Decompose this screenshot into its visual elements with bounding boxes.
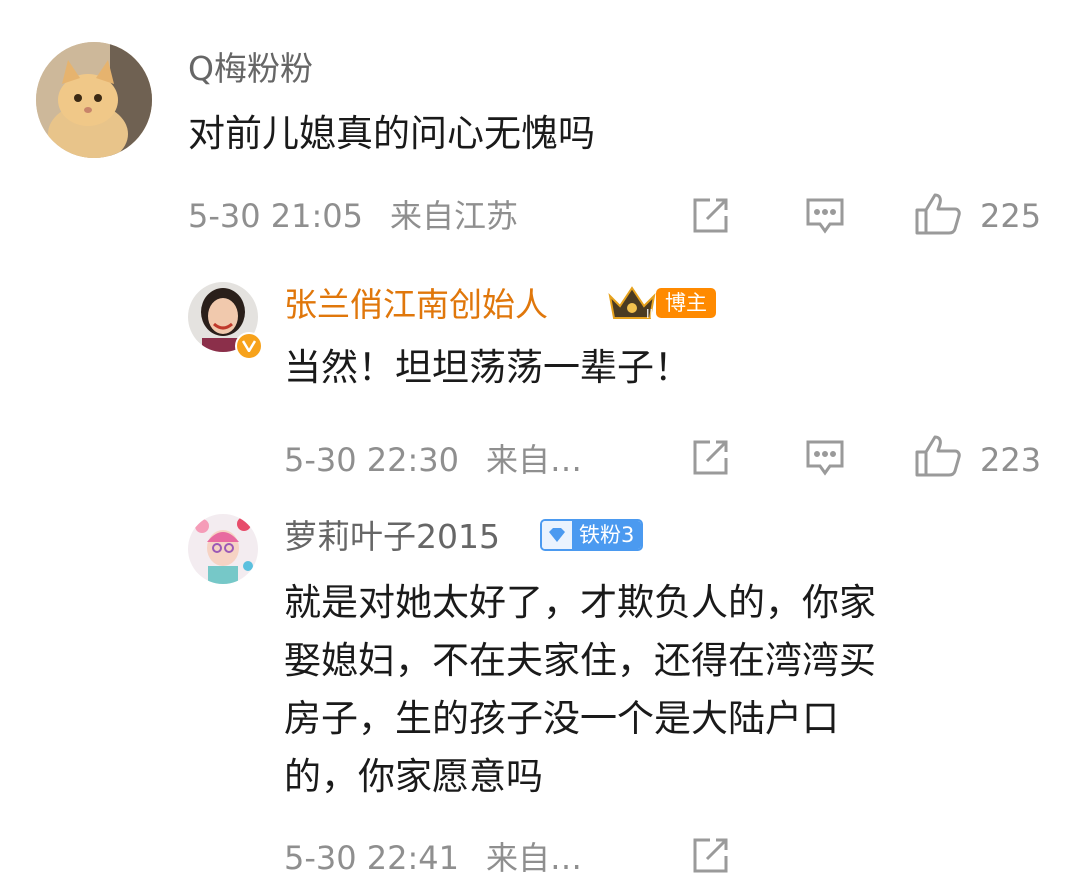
user-avatar[interactable]: [36, 42, 152, 158]
diamond-icon: [542, 521, 572, 549]
comment-author[interactable]: Q梅粉粉: [188, 52, 313, 85]
fan-badge-label: 铁粉3: [572, 521, 642, 549]
reply-item: 萝莉叶子2015 铁粉3 就是对她太好了，才欺负人的，你家 娶媳妇，不在夫家住，…: [0, 500, 1080, 894]
like-icon[interactable]: [914, 434, 962, 478]
verified-v-icon: [235, 332, 263, 360]
comment-location: 来自江苏: [390, 197, 519, 235]
like-count: 225: [980, 197, 1042, 235]
comment-location: 来自…: [486, 839, 583, 877]
comment-icon[interactable]: [804, 438, 846, 478]
user-avatar[interactable]: [188, 514, 258, 584]
comment-location: 来自…: [486, 441, 583, 479]
crown-icon: II: [606, 284, 658, 322]
cat-avatar-icon: [36, 42, 152, 158]
comment-text-line: 的，你家愿意吗: [284, 755, 543, 798]
comment-text-line: 房子，生的孩子没一个是大陆户口: [284, 697, 839, 740]
reply-item: 张兰俏江南创始人 II 博主 当然！坦坦荡荡一辈子！ 5-30 22:30 来自…: [0, 270, 1080, 500]
blogger-badge: 博主: [656, 288, 716, 318]
comment-text: 当然！坦坦荡荡一辈子！: [284, 346, 691, 389]
like-count: 223: [980, 441, 1042, 479]
comment-text-line: 娶媳妇，不在夫家住，还得在湾湾买: [284, 639, 876, 682]
share-icon[interactable]: [690, 836, 730, 876]
like-icon[interactable]: [914, 192, 962, 236]
share-icon[interactable]: [690, 196, 730, 236]
comment-author[interactable]: 张兰俏江南创始人: [284, 288, 548, 321]
comment-text: 对前儿媳真的问心无愧吗: [188, 112, 595, 155]
share-icon[interactable]: [690, 438, 730, 478]
girl-avatar-icon: [188, 514, 258, 584]
comment-icon[interactable]: [804, 196, 846, 236]
svg-text:II: II: [646, 307, 653, 321]
comment-item: Q梅粉粉 对前儿媳真的问心无愧吗 5-30 21:05 来自江苏 225: [0, 0, 1080, 270]
fan-badge: 铁粉3: [540, 519, 644, 551]
comment-time: 5-30 22:30: [284, 441, 460, 479]
comment-text: 就是对她太好了，才欺负人的，你家 娶媳妇，不在夫家住，还得在湾湾买 房子，生的孩…: [284, 574, 1044, 806]
comment-author[interactable]: 萝莉叶子2015: [284, 520, 500, 553]
comment-time: 5-30 22:41: [284, 839, 460, 877]
comment-time: 5-30 21:05: [188, 197, 364, 235]
comment-text-line: 就是对她太好了，才欺负人的，你家: [284, 581, 876, 624]
